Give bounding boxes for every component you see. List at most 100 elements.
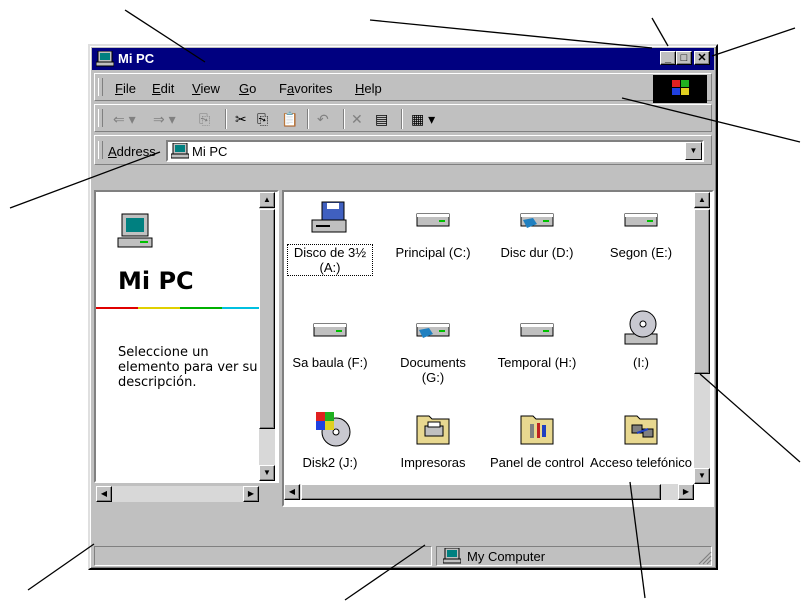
dialup-item[interactable]: Acceso telefónico (589, 410, 693, 470)
address-field[interactable]: Mi PC ▼ (166, 140, 704, 162)
menu-go[interactable]: Go (239, 81, 256, 96)
status-text: My Computer (467, 549, 546, 564)
hard-drive-icon (624, 213, 658, 227)
close-button[interactable]: ✕ (694, 51, 710, 65)
control-panel-label: Panel de control (490, 455, 584, 470)
network-drive-icon (520, 213, 554, 228)
my-computer-window: Mi PC _ □ ✕ File Edit View Go Favorites … (88, 44, 718, 570)
menu-favorites[interactable]: Favorites (279, 81, 332, 96)
drive-g-item[interactable]: Documents (G:) (381, 310, 485, 385)
pane-description: Seleccione un elemento para ver su descr… (118, 345, 258, 390)
control-panel-item[interactable]: Panel de control (485, 410, 589, 470)
properties-icon[interactable]: ▤ (375, 110, 388, 128)
control-panel-folder-icon (520, 415, 554, 445)
info-pane: Mi PC Seleccione un elemento para ver su… (94, 190, 279, 483)
forward-arrow-icon[interactable]: ⇒ ▾ (153, 110, 176, 128)
minimize-button[interactable]: _ (660, 51, 676, 65)
scroll-right-button[interactable]: ▶ (678, 484, 694, 500)
views-icon[interactable]: ▦ ▾ (411, 110, 435, 128)
drive-a-item[interactable]: Disco de 3½ (A:) (284, 200, 382, 276)
back-arrow-icon[interactable]: ⇐ ▾ (113, 110, 136, 128)
scroll-thumb[interactable] (694, 209, 710, 374)
cd-drive-icon (624, 310, 658, 345)
toolbar-grip[interactable] (98, 109, 103, 127)
color-divider (96, 307, 264, 309)
address-label: Address (108, 144, 156, 159)
dialup-folder-icon (624, 415, 658, 445)
scroll-up-button[interactable]: ▲ (694, 192, 710, 208)
scroll-thumb[interactable] (259, 209, 275, 429)
address-dropdown-button[interactable]: ▼ (685, 142, 702, 160)
my-computer-large-icon (116, 212, 156, 255)
toolbar-separator (307, 109, 309, 129)
drive-j-item[interactable]: Disk2 (J:) (284, 410, 382, 470)
toolbar-separator (401, 109, 403, 129)
info-pane-vertical-scrollbar[interactable]: ▲ ▼ (259, 192, 275, 481)
title-bar[interactable]: Mi PC _ □ ✕ (92, 48, 714, 70)
scroll-right-button[interactable]: ▶ (243, 486, 259, 502)
floppy-drive-icon (311, 201, 347, 233)
drive-e-label: Segon (E:) (609, 245, 673, 260)
file-list-horizontal-scrollbar[interactable]: ◀ ▶ (284, 484, 694, 500)
window-title: Mi PC (118, 51, 155, 66)
menu-bar: File Edit View Go Favorites Help (94, 73, 712, 103)
up-folder-icon[interactable]: ⎘ (199, 110, 210, 128)
menu-grip[interactable] (98, 78, 103, 96)
drive-h-item[interactable]: Temporal (H:) (485, 310, 589, 370)
windows-logo-icon (653, 75, 707, 103)
drive-i-label: (I:) (633, 355, 649, 370)
status-panel-left (94, 546, 432, 566)
scroll-up-button[interactable]: ▲ (259, 192, 275, 208)
drive-h-label: Temporal (H:) (497, 355, 577, 370)
scroll-left-button[interactable]: ◀ (284, 484, 300, 500)
maximize-button[interactable]: □ (676, 51, 692, 65)
address-value: Mi PC (192, 144, 228, 159)
drive-j-label: Disk2 (J:) (302, 455, 358, 470)
file-list-vertical-scrollbar[interactable]: ▲ ▼ (694, 192, 710, 484)
info-pane-horizontal-scrollbar[interactable]: ◀ ▶ (96, 486, 259, 502)
drive-a-label: Disco de 3½ (A:) (287, 244, 373, 276)
scroll-left-button[interactable]: ◀ (96, 486, 112, 502)
toolbar-separator (343, 109, 345, 129)
drive-e-item[interactable]: Segon (E:) (589, 200, 693, 260)
copy-icon[interactable]: ⎘ (257, 110, 268, 128)
menu-view[interactable]: View (192, 81, 220, 96)
menu-file[interactable]: File (115, 81, 136, 96)
hard-drive-icon (520, 323, 554, 337)
address-bar: Address Mi PC ▼ (94, 135, 712, 165)
paste-icon[interactable]: 📋 (281, 110, 298, 128)
drive-d-label: Disc dur (D:) (500, 245, 574, 260)
my-computer-icon (95, 50, 115, 70)
drive-f-item[interactable]: Sa baula (F:) (284, 310, 382, 370)
delete-icon[interactable]: ✕ (351, 110, 363, 128)
drive-f-label: Sa baula (F:) (292, 355, 368, 370)
drive-c-label: Principal (C:) (395, 245, 471, 260)
removable-disk-icon (316, 412, 351, 447)
file-list-pane: Disco de 3½ (A:) Principal (C:) Disc dur… (282, 190, 714, 507)
standard-toolbar: ⇐ ▾ ⇒ ▾ ⎘ ✂ ⎘ 📋 ↶ ✕ ▤ ▦ ▾ (94, 104, 712, 132)
address-grip[interactable] (98, 141, 103, 159)
drive-g-label: Documents (G:) (400, 355, 466, 385)
drive-i-item[interactable]: (I:) (589, 310, 693, 370)
scroll-thumb[interactable] (301, 484, 661, 500)
status-bar: My Computer (94, 544, 712, 568)
resize-grip-icon[interactable] (698, 551, 712, 568)
cut-icon[interactable]: ✂ (235, 110, 247, 128)
dialup-label: Acceso telefónico (590, 455, 692, 470)
my-computer-icon (442, 547, 462, 567)
undo-icon[interactable]: ↶ (317, 110, 329, 128)
network-drive-icon (416, 323, 450, 338)
scroll-down-button[interactable]: ▼ (259, 465, 275, 481)
printers-folder-icon (416, 415, 450, 445)
pane-title: Mi PC (118, 267, 194, 295)
drive-c-item[interactable]: Principal (C:) (381, 200, 485, 260)
status-panel-right: My Computer (436, 546, 712, 566)
menu-edit[interactable]: Edit (152, 81, 174, 96)
toolbar-separator (225, 109, 227, 129)
menu-help[interactable]: Help (355, 81, 382, 96)
hard-drive-icon (416, 213, 450, 227)
hard-drive-icon (313, 323, 347, 337)
printers-item[interactable]: Impresoras (381, 410, 485, 470)
drive-d-item[interactable]: Disc dur (D:) (485, 200, 589, 260)
scroll-down-button[interactable]: ▼ (694, 468, 710, 484)
